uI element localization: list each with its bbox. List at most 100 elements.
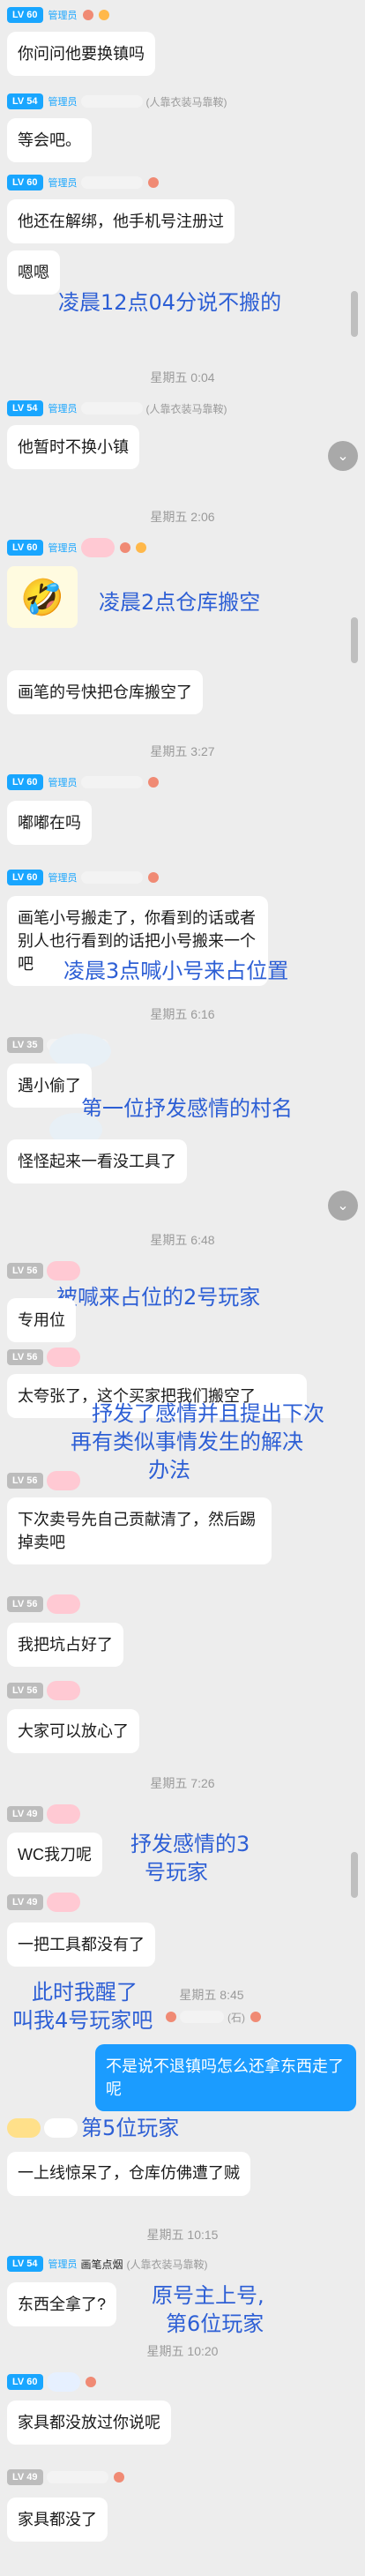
fire-emoji-icon — [85, 2377, 96, 2387]
my-message-bubble[interactable]: 不是说不退镇吗怎么还拿东西走了呢 — [95, 2044, 356, 2111]
sender-name: 画笔点烟 — [80, 2258, 123, 2271]
message-bubble[interactable]: 嗯嗯 — [7, 250, 60, 295]
level-badge: LV 60 — [7, 2374, 43, 2390]
level-badge: LV 60 — [7, 175, 43, 190]
sticker-icon — [46, 2372, 80, 2392]
blurred-nickname — [180, 2011, 224, 2023]
blurred-nickname — [80, 176, 143, 189]
timestamp: 星期五 0:04 — [150, 370, 215, 385]
level-badge: LV 60 — [7, 870, 43, 885]
annotation: 凌晨2点仓库搬空 — [99, 590, 261, 615]
stone-tag: (石) — [227, 2011, 245, 2024]
scrollbar-thumb[interactable] — [351, 1852, 358, 1898]
annotation: 被喊来占位的2号玩家 — [56, 1285, 261, 1310]
admin-tag: 管理员 — [48, 778, 78, 788]
message-bubble[interactable]: 画笔的号快把仓库搬空了 — [7, 670, 203, 714]
sticker-icon — [7, 2118, 41, 2138]
annotation: 凌晨12点04分说不搬的 — [58, 290, 282, 315]
level-badge: LV 54 — [7, 2256, 43, 2272]
level-badge: LV 60 — [7, 774, 43, 790]
level-badge: LV 54 — [7, 400, 43, 416]
message-bubble[interactable]: 大家可以放心了 — [7, 1709, 139, 1753]
message-bubble[interactable]: 我把坑占好了 — [7, 1623, 123, 1667]
message-bubble[interactable]: 专用位 — [7, 1298, 76, 1342]
sender-meta: LV 60 — [7, 2372, 96, 2392]
timestamp: 星期五 10:20 — [146, 2344, 219, 2358]
admin-tag: 管理员 — [48, 873, 78, 884]
sender-meta: LV 54 管理员 (人靠衣装马靠鞍) — [7, 399, 227, 418]
message-bubble[interactable]: 东西全拿了? — [7, 2282, 117, 2326]
annotation: 凌晨3点喊小号来占位置 — [63, 959, 289, 983]
sticker-icon — [46, 1893, 80, 1912]
scrollbar-thumb[interactable] — [351, 617, 358, 663]
sender-meta: LV 56 — [7, 1681, 80, 1700]
sticker-icon — [46, 1804, 80, 1824]
timestamp: 星期五 2:06 — [150, 510, 215, 524]
message-bubble[interactable]: 遇小偷了 — [7, 1064, 92, 1108]
level-badge: LV 56 — [7, 1473, 43, 1489]
message-bubble[interactable]: 他还在解绑，他手机号注册过 — [7, 199, 235, 243]
annotation: 第一位抒发感情的村名 — [81, 1096, 293, 1121]
message-bubble[interactable]: 家具都没了 — [7, 2498, 108, 2542]
annotation: 叫我4号玩家吧 — [12, 2008, 153, 2033]
sender-meta: LV 60 管理员 — [7, 173, 159, 192]
blurred-nickname — [80, 871, 143, 884]
timestamp: 星期五 3:27 — [150, 744, 215, 758]
sticker-icon — [80, 538, 115, 557]
message-bubble[interactable]: 等会吧。 — [7, 118, 92, 162]
group-tag: (人靠衣装马靠鞍) — [145, 402, 227, 415]
admin-tag: 管理员 — [48, 11, 78, 21]
fire-emoji-icon — [119, 542, 130, 553]
sender-meta: LV 49 — [7, 1804, 80, 1824]
annotation: 抒发了感情并且提出下次 — [92, 1401, 324, 1426]
annotation: 抒发感情的3 — [130, 1832, 250, 1856]
blurred-nickname — [80, 776, 143, 788]
timestamp: 星期五 6:16 — [150, 1007, 215, 1021]
message-bubble[interactable]: 一上线惊呆了，仓库仿佛遭了贼 — [7, 2152, 250, 2196]
message-bubble[interactable]: WC我刀呢 — [7, 1833, 102, 1877]
sticker-icon — [46, 1681, 80, 1700]
message-bubble[interactable]: 你问问他要换镇吗 — [7, 32, 155, 76]
group-tag: (人靠衣装马靠鞍) — [145, 95, 227, 108]
sticker-icon — [46, 1471, 80, 1490]
sender-meta: 第5位玩家 — [7, 2116, 179, 2140]
level-badge: LV 56 — [7, 1349, 43, 1365]
chevron-down-icon: ⌄ — [337, 1198, 349, 1213]
timestamp: 星期五 7:26 — [150, 1776, 215, 1790]
message-bubble[interactable]: 家具都没放过你说呢 — [7, 2401, 171, 2445]
level-badge: LV 49 — [7, 1894, 43, 1910]
level-badge: LV 54 — [7, 93, 43, 109]
admin-tag: 管理员 — [48, 178, 78, 189]
sender-meta: (石) — [164, 2007, 261, 2027]
sender-meta: LV 56 — [7, 1348, 80, 1367]
annotation: 第6位玩家 — [166, 2311, 264, 2336]
timestamp: 星期五 6:48 — [150, 1233, 215, 1247]
timestamp: 星期五 10:15 — [146, 2228, 219, 2242]
badge-emoji-icon — [98, 10, 109, 20]
level-badge: LV 56 — [7, 1683, 43, 1699]
message-bubble[interactable]: 嘟嘟在吗 — [7, 801, 92, 845]
message-bubble[interactable]: 怪怪起来一看没工具了 — [7, 1139, 187, 1183]
level-badge: LV 60 — [7, 7, 43, 23]
sticker-icon — [46, 1594, 80, 1614]
annotation: 再有类似事情发生的解决 — [71, 1430, 303, 1454]
badge-emoji-icon — [135, 542, 146, 553]
message-bubble[interactable]: 下次卖号先自己贡献清了，然后踢掉卖吧 — [7, 1497, 272, 1564]
fire-emoji-icon — [82, 10, 93, 20]
scroll-down-button[interactable]: ⌄ — [328, 441, 358, 471]
admin-tag: 管理员 — [48, 2259, 78, 2270]
heart-icon — [166, 2012, 176, 2022]
admin-tag: 管理员 — [48, 543, 78, 554]
sticker-icon — [46, 1261, 80, 1281]
level-badge: LV 49 — [7, 2469, 43, 2485]
message-bubble[interactable]: 他暂时不换小镇 — [7, 425, 139, 469]
scrollbar-thumb[interactable] — [351, 291, 358, 337]
chevron-down-icon: ⌄ — [337, 449, 349, 464]
scroll-down-button[interactable]: ⌄ — [328, 1191, 358, 1221]
sticker-image[interactable]: 🤣 — [7, 566, 78, 628]
sender-meta: LV 56 — [7, 1471, 80, 1490]
sender-meta: LV 56 — [7, 1261, 80, 1281]
sender-meta: LV 60 管理员 — [7, 5, 109, 25]
message-bubble[interactable]: 一把工具都没有了 — [7, 1923, 155, 1967]
level-badge: LV 56 — [7, 1596, 43, 1612]
